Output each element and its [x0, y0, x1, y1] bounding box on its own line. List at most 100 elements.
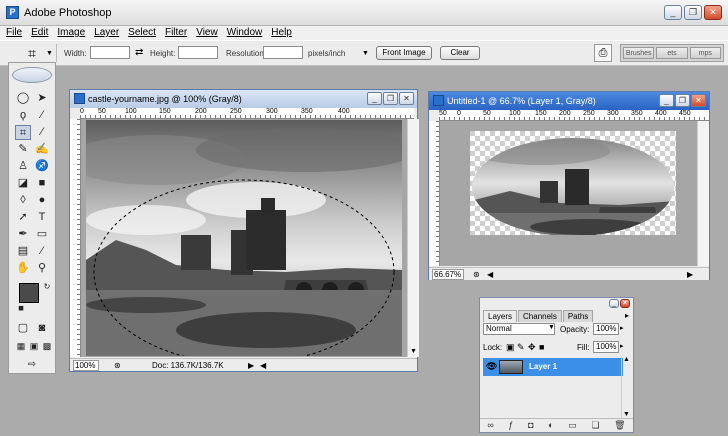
document-restore-button[interactable]: ❐ — [383, 92, 398, 105]
units-dropdown-arrow-icon[interactable]: ▼ — [362, 50, 369, 57]
scroll-right-arrow-icon[interactable]: ▶ — [687, 268, 693, 281]
status-options-icon[interactable]: ⊛ — [114, 359, 121, 372]
eye-visibility-icon[interactable]: 👁 — [486, 361, 497, 372]
tab-layers[interactable]: Layers — [483, 310, 518, 322]
menu-file[interactable]: File — [6, 26, 22, 40]
swap-dimensions-icon[interactable]: ⇄ — [135, 47, 143, 58]
quick-mask-mode-icon[interactable]: ◙ — [34, 321, 50, 336]
palette-minimize-button[interactable]: _ — [609, 299, 619, 308]
default-colors-icon[interactable]: ◼ — [13, 301, 29, 316]
layer-style-icon[interactable]: ƒ — [508, 419, 513, 432]
scroll-down-arrow-icon[interactable]: ▼ — [623, 411, 630, 418]
opacity-slider-arrow-icon[interactable]: ▸ — [620, 324, 624, 332]
scroll-left-arrow-icon[interactable]: ◀ — [260, 359, 266, 372]
marquee-tool-icon[interactable]: ◯ — [15, 91, 31, 106]
canvas-area[interactable] — [81, 119, 407, 357]
scroll-left-arrow-icon[interactable]: ◀ — [487, 268, 493, 281]
lasso-tool-icon[interactable]: ϙ — [15, 108, 31, 123]
blur-tool-icon[interactable]: ◊ — [15, 193, 31, 208]
brush-tool-icon[interactable]: ✍ — [34, 142, 50, 157]
blend-mode-dropdown-arrow-icon[interactable]: ▼ — [548, 324, 555, 331]
healing-brush-tool-icon[interactable]: ✎ — [15, 142, 31, 157]
document-close-button[interactable]: ✕ — [691, 94, 706, 107]
vertical-scrollbar[interactable] — [697, 121, 709, 266]
clone-stamp-tool-icon[interactable]: ♙ — [15, 159, 31, 174]
blend-mode-select[interactable]: Normal — [483, 323, 555, 335]
menu-layer[interactable]: Layer — [94, 26, 119, 40]
notes-tool-icon[interactable]: ▤ — [15, 244, 31, 259]
document-minimize-button[interactable]: _ — [367, 92, 382, 105]
menu-select[interactable]: Select — [128, 26, 156, 40]
document-title-bar[interactable]: Untitled-1 @ 66.7% (Layer 1, Gray/8) _ ❐… — [429, 92, 709, 110]
palette-tab-presets[interactable]: ets — [656, 47, 688, 59]
lock-all-icon[interactable]: ■ — [539, 342, 544, 352]
close-button[interactable]: ✕ — [704, 5, 722, 20]
menu-view[interactable]: View — [196, 26, 218, 40]
lock-image-icon[interactable]: ✎ — [517, 342, 525, 353]
adobe-online-feather-icon[interactable] — [12, 67, 52, 83]
minimize-button[interactable]: _ — [664, 5, 682, 20]
preset-dropdown-arrow-icon[interactable]: ▼ — [46, 50, 53, 57]
palette-close-button[interactable]: ✕ — [620, 299, 630, 308]
lock-transparency-icon[interactable]: ▣ — [506, 342, 515, 353]
crop-tool-preset-icon[interactable]: ⌗ — [28, 45, 36, 62]
move-tool-icon[interactable]: ➤ — [34, 91, 50, 106]
status-options-icon[interactable]: ⊛ — [473, 268, 480, 281]
vertical-scrollbar[interactable]: ▼ — [407, 119, 419, 357]
document-window-untitled[interactable]: Untitled-1 @ 66.7% (Layer 1, Gray/8) _ ❐… — [428, 91, 710, 280]
document-title-bar[interactable]: castle-yourname.jpg @ 100% (Gray/8) _ ❐ … — [70, 90, 417, 108]
menu-edit[interactable]: Edit — [31, 26, 48, 40]
jump-to-imageready-icon[interactable]: ⇨ — [19, 357, 45, 372]
zoom-tool-icon[interactable]: ⚲ — [34, 261, 50, 276]
history-brush-tool-icon[interactable]: ♐ — [34, 159, 50, 174]
document-restore-button[interactable]: ❐ — [675, 94, 690, 107]
crop-tool-icon[interactable]: ⌗ — [15, 125, 31, 140]
front-image-button[interactable]: Front Image — [376, 46, 432, 60]
height-input[interactable] — [178, 46, 218, 59]
type-tool-icon[interactable]: T — [34, 210, 50, 225]
eraser-tool-icon[interactable]: ◪ — [15, 176, 31, 191]
standard-mode-icon[interactable]: ▢ — [15, 321, 31, 336]
units-select[interactable]: pixels/inch — [308, 49, 345, 58]
width-input[interactable] — [90, 46, 130, 59]
zoom-field[interactable]: 100% — [73, 360, 99, 371]
gradient-tool-icon[interactable]: ■ — [34, 176, 50, 191]
menu-image[interactable]: Image — [57, 26, 85, 40]
restore-button[interactable]: ❐ — [684, 5, 702, 20]
hand-tool-icon[interactable]: ✋ — [15, 261, 31, 276]
menu-filter[interactable]: Filter — [165, 26, 187, 40]
document-window-castle[interactable]: castle-yourname.jpg @ 100% (Gray/8) _ ❐ … — [69, 89, 419, 372]
opacity-input[interactable]: 100% — [593, 323, 619, 335]
eyedropper-tool-icon[interactable]: ⁄ — [34, 244, 50, 259]
pen-tool-icon[interactable]: ✒ — [15, 227, 31, 242]
clear-button[interactable]: Clear — [440, 46, 480, 60]
add-mask-icon[interactable]: ◘ — [528, 419, 533, 432]
foreground-color-swatch[interactable] — [19, 283, 39, 303]
path-selection-tool-icon[interactable]: ➚ — [15, 210, 31, 225]
palette-tab-comps[interactable]: mps — [689, 47, 721, 59]
menu-window[interactable]: Window — [227, 26, 263, 40]
shape-tool-icon[interactable]: ▭ — [34, 227, 50, 242]
slice-tool-icon[interactable]: ⁄ — [34, 125, 50, 140]
scroll-up-arrow-icon[interactable]: ▲ — [623, 356, 630, 363]
new-group-icon[interactable]: ▭ — [568, 419, 577, 432]
layers-scrollbar[interactable]: ▲ ▼ — [621, 356, 631, 418]
lock-position-icon[interactable]: ✥ — [528, 342, 536, 353]
tab-channels[interactable]: Channels — [518, 310, 562, 322]
full-screen-mode-icon[interactable]: ▩ — [39, 339, 55, 354]
magic-wand-tool-icon[interactable]: ⁄ — [34, 108, 50, 123]
new-layer-icon[interactable]: ❏ — [591, 419, 599, 432]
fill-input[interactable]: 100% — [593, 341, 619, 353]
link-layers-icon[interactable]: ∞ — [487, 419, 493, 432]
scroll-down-arrow-icon[interactable]: ▼ — [410, 348, 417, 355]
adjustment-layer-icon[interactable]: ◐ — [548, 419, 553, 432]
fill-slider-arrow-icon[interactable]: ▸ — [620, 342, 624, 350]
palette-tab-brushes[interactable]: Brushes — [623, 47, 655, 59]
document-close-button[interactable]: ✕ — [399, 92, 414, 105]
delete-layer-icon[interactable]: 🗑 — [614, 419, 625, 432]
dodge-tool-icon[interactable]: ● — [34, 193, 50, 208]
swap-colors-icon[interactable]: ↻ — [39, 279, 55, 294]
menu-help[interactable]: Help — [271, 26, 292, 40]
layer-row[interactable]: 👁 Layer 1 — [483, 358, 623, 376]
zoom-field[interactable]: 66.67% — [432, 269, 464, 280]
